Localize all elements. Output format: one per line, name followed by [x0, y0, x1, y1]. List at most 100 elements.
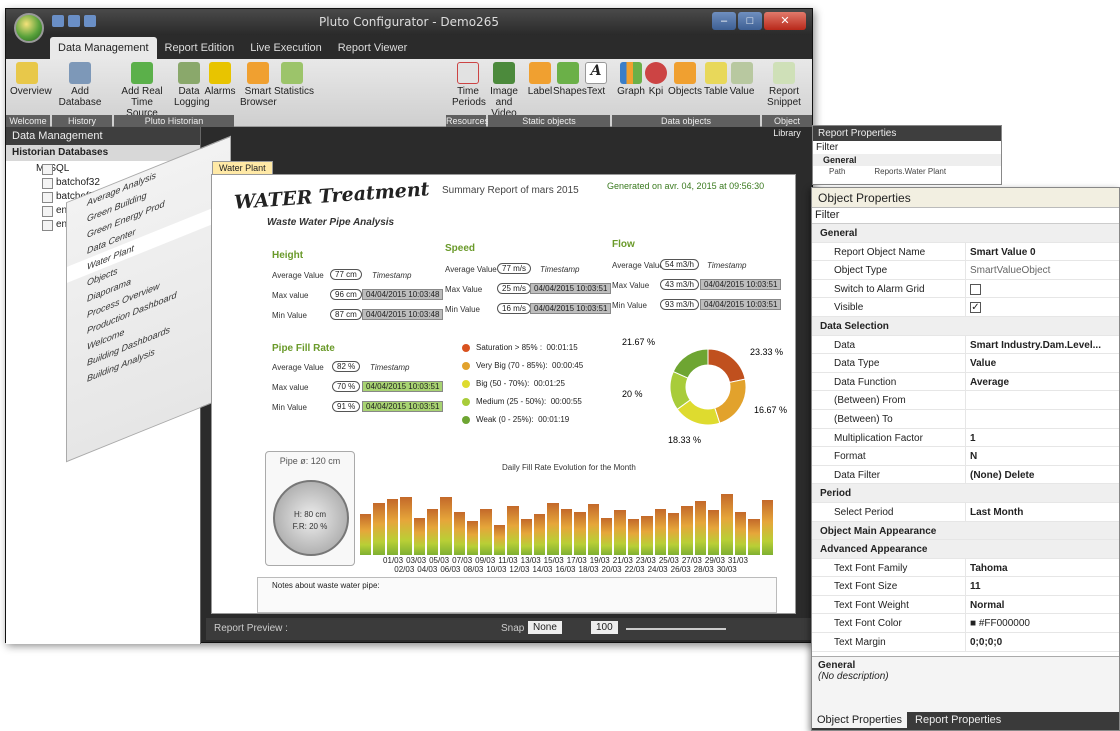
minimize-button[interactable]: –: [712, 12, 736, 30]
value-button[interactable]: Value: [728, 62, 756, 97]
add-real-time-source-button[interactable]: Add Real Time Source: [114, 62, 170, 119]
property-value[interactable]: (None) Delete: [965, 465, 1108, 484]
report-properties-path: Path Reports.Water Plant: [829, 167, 947, 176]
kpi-button[interactable]: Kpi: [643, 62, 669, 97]
property-value[interactable]: Last Month: [965, 502, 1108, 521]
shapes-button[interactable]: Shapes: [553, 62, 587, 97]
property-row[interactable]: Text Font Size 11: [812, 577, 1119, 596]
property-row[interactable]: Data Function Average: [812, 372, 1119, 392]
tab-report-properties[interactable]: Report Properties: [910, 712, 1006, 728]
property-row[interactable]: Object Type SmartValueObject: [812, 261, 1119, 280]
legend-time: 00:00:45: [552, 361, 584, 370]
time-periods-button[interactable]: Time Periods: [452, 62, 486, 108]
bar: [641, 516, 653, 555]
tab-report-edition[interactable]: Report Edition: [157, 37, 243, 59]
save-icon[interactable]: [52, 15, 64, 27]
graph-button[interactable]: Graph: [616, 62, 646, 97]
bar: [587, 504, 599, 555]
property-value[interactable]: 11: [965, 577, 1108, 595]
property-value[interactable]: ■ #FF000000: [965, 614, 1108, 633]
property-category[interactable]: Period: [812, 484, 1119, 503]
property-category[interactable]: General: [812, 224, 1119, 243]
property-category[interactable]: Data Selection: [812, 316, 1119, 336]
property-key: Data: [834, 339, 856, 351]
property-row[interactable]: Text Margin 0;0;0;0: [812, 633, 1119, 652]
property-value[interactable]: [965, 409, 1108, 428]
property-row[interactable]: Data Filter (None) Delete: [812, 465, 1119, 485]
property-value[interactable]: Smart Value 0: [965, 242, 1108, 261]
property-value[interactable]: N: [965, 447, 1108, 465]
report-snippet-button[interactable]: Report Snippet: [764, 62, 804, 108]
add-database-button[interactable]: Add Database: [54, 62, 106, 108]
property-value[interactable]: Tahoma: [965, 558, 1108, 577]
property-row[interactable]: Text Font Weight Normal: [812, 595, 1119, 615]
property-row[interactable]: Text Font Color ■ #FF000000: [812, 614, 1119, 634]
tab-report-viewer[interactable]: Report Viewer: [330, 37, 416, 59]
snap-select[interactable]: None: [528, 621, 562, 634]
report-tab[interactable]: Water Plant: [212, 161, 273, 175]
property-row[interactable]: Switch to Alarm Grid: [812, 279, 1119, 299]
property-row[interactable]: (Between) From: [812, 391, 1119, 410]
label-button[interactable]: Label: [526, 62, 554, 97]
property-value[interactable]: [965, 391, 1108, 409]
property-value[interactable]: Smart Industry.Dam.Level...: [965, 335, 1108, 354]
alarms-button[interactable]: Alarms: [204, 62, 236, 97]
undo-icon[interactable]: [68, 15, 80, 27]
close-button[interactable]: ✕: [764, 12, 806, 30]
property-row[interactable]: Multiplication Factor 1: [812, 428, 1119, 448]
property-value[interactable]: 0;0;0;0: [965, 633, 1108, 651]
group-resources: Resources: [446, 115, 490, 127]
objects-button[interactable]: Objects: [668, 62, 702, 97]
property-key: Object Type: [834, 265, 888, 277]
smart-browser-button[interactable]: Smart Browser: [240, 62, 277, 108]
group-object-library: Object Library: [762, 115, 812, 138]
app-menu-orb[interactable]: [14, 13, 44, 43]
data-logging-button[interactable]: Data Logging: [174, 62, 210, 108]
avg-label: Average Value: [445, 265, 497, 274]
property-row[interactable]: Text Font Family Tahoma: [812, 558, 1119, 578]
report-properties-filter[interactable]: Filter: [813, 141, 1001, 154]
tab-object-properties[interactable]: Object Properties: [812, 712, 907, 728]
tab-live-execution[interactable]: Live Execution: [242, 37, 330, 59]
property-value[interactable]: SmartValueObject: [965, 261, 1108, 279]
property-row[interactable]: Report Object Name Smart Value 0: [812, 242, 1119, 262]
property-value[interactable]: Average: [965, 372, 1108, 391]
checkbox[interactable]: [970, 283, 981, 295]
maximize-button[interactable]: □: [738, 12, 762, 30]
min-label: Min Value: [272, 311, 307, 320]
avg-label: Average Value: [272, 271, 324, 280]
property-row[interactable]: (Between) To: [812, 409, 1119, 429]
overview-icon: [16, 62, 38, 84]
property-row[interactable]: Data Type Value: [812, 354, 1119, 373]
legend-dot: [462, 343, 470, 352]
table-button[interactable]: Table: [702, 62, 730, 97]
notes-box[interactable]: Notes about waste water pipe:: [257, 577, 777, 613]
x-axis-labels: 01/03 03/03 05/03 07/03 09/03 11/03 13/03 15/03…: [362, 556, 772, 574]
report-properties-pane: Report Properties Filter General Path Re…: [812, 125, 1002, 185]
image-video-button[interactable]: Image and Video: [486, 62, 522, 119]
property-row[interactable]: Visible ✓: [812, 298, 1119, 317]
property-row[interactable]: Data Smart Industry.Dam.Level...: [812, 335, 1119, 355]
bar: [694, 501, 707, 555]
flow-title: Flow: [612, 239, 635, 250]
tab-data-management[interactable]: Data Management: [50, 37, 157, 59]
text-button[interactable]: A Text: [584, 62, 608, 97]
property-row[interactable]: Format N: [812, 447, 1119, 466]
property-value[interactable]: ✓: [965, 298, 1108, 316]
zoom-value[interactable]: 100: [591, 621, 618, 634]
overview-button[interactable]: Overview: [10, 62, 52, 97]
property-value[interactable]: [965, 279, 1108, 298]
object-properties-filter[interactable]: Filter: [812, 208, 1119, 224]
property-category[interactable]: Object Main Appearance: [812, 521, 1119, 541]
redo-icon[interactable]: [84, 15, 96, 27]
zoom-slider[interactable]: [626, 628, 726, 630]
property-value[interactable]: 1: [965, 428, 1108, 447]
property-value[interactable]: Value: [965, 354, 1108, 372]
property-category[interactable]: Advanced Appearance: [812, 540, 1119, 559]
max-label: Max value: [272, 291, 309, 300]
checkbox[interactable]: ✓: [970, 302, 981, 314]
property-value[interactable]: Normal: [965, 595, 1108, 614]
fill-max-ts: 04/04/2015 10:03:51: [362, 381, 444, 392]
statistics-button[interactable]: Statistics: [274, 62, 314, 97]
property-row[interactable]: Select Period Last Month: [812, 502, 1119, 522]
